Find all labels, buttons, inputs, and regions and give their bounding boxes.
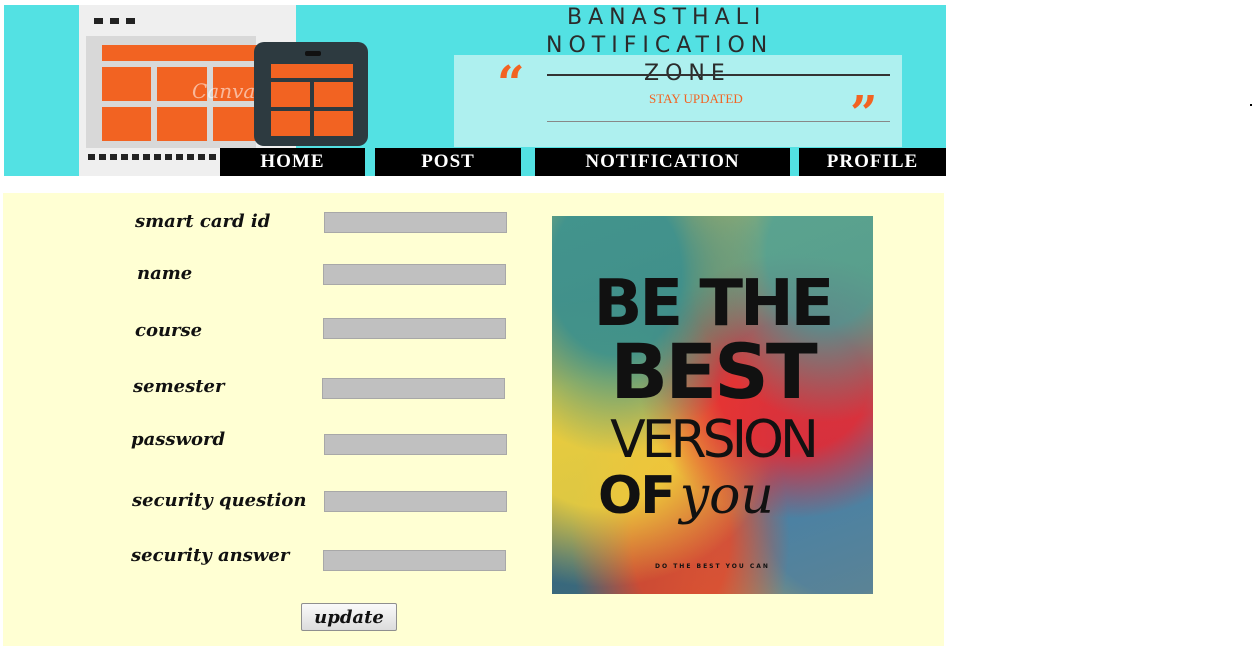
label-name: name [137,263,193,284]
poster-footer-text: DO THE BEST YOU CAN [655,563,770,570]
canva-watermark: Canva [192,79,256,103]
nav-post[interactable]: POST [375,148,521,176]
poster-text-you: you [679,466,774,526]
security-answer-input[interactable] [323,550,506,571]
label-security-answer: security answer [131,545,290,566]
label-smart-card-id: smart card id [135,211,271,232]
nav-home[interactable]: HOME [220,148,365,176]
course-input[interactable] [323,318,506,339]
security-question-input[interactable] [324,491,507,512]
name-input[interactable] [323,264,506,285]
label-security-question: security question [132,490,307,511]
nav-notification[interactable]: NOTIFICATION [535,148,790,176]
tagline: STAY UPDATED [649,91,743,106]
label-semester: semester [133,376,225,397]
label-course: course [135,320,203,341]
nav-profile[interactable]: PROFILE [799,148,946,176]
update-button[interactable]: update [301,603,397,631]
dot-mark [1250,104,1252,106]
poster-text-line2: BEST [610,327,817,416]
motivational-poster-image: BE THE BEST VERSION OF you DO THE BEST YO… [552,216,873,594]
label-password: password [131,429,226,450]
password-input[interactable] [324,434,507,455]
dotted-line-decoration [88,154,220,160]
semester-input[interactable] [322,378,505,399]
poster-text-line3: VERSION [610,410,819,470]
poster-text-line4: OF you [598,466,774,526]
site-title-line1: BANASTHALI [567,5,767,30]
site-title-line2: NOTIFICATION [546,33,774,58]
open-quote-icon: “ [497,56,525,112]
divider [547,121,890,122]
divider [547,74,890,76]
tablet-icon [254,42,368,146]
poster-text-of: OF [598,466,676,526]
close-quote-icon: ” [850,86,878,142]
smart-card-id-input[interactable] [324,212,507,233]
dotted-line-decoration [94,18,142,24]
